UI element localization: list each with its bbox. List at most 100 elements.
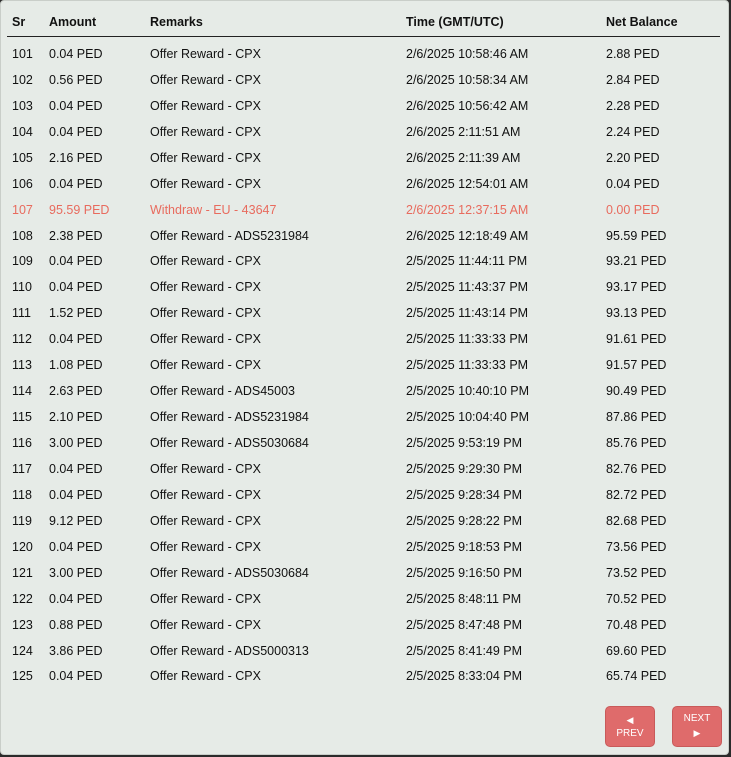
cell-time: 2/6/2025 10:58:46 AM [406,46,529,61]
transactions-table: Sr Amount Remarks Time (GMT/UTC) Net Bal… [7,7,720,689]
cell-sr: 121 [12,565,33,580]
cell-remarks: Offer Reward - CPX [150,124,261,139]
cell-sr: 120 [12,539,33,554]
left-triangle-icon: ◀ [626,715,634,725]
cell-amount: 9.12 PED [49,513,103,528]
cell-remarks: Offer Reward - CPX [150,176,261,191]
cell-sr: 124 [12,643,33,658]
cell-sr: 125 [12,669,33,684]
table-row: 115 2.10 PED Offer Reward - ADS5231984 2/5/… [7,404,720,430]
cell-time: 2/5/2025 8:47:48 PM [406,617,523,632]
cell-balance: 90.49 PED [606,384,667,399]
cell-amount: 0.04 PED [49,669,103,684]
cell-balance: 82.76 PED [606,461,667,476]
table-row: 117 0.04 PED Offer Reward - CPX 2/5/2025 9:… [7,456,720,482]
prev-button[interactable]: ◀ PREV [605,706,655,747]
table-body: 101 0.04 PED Offer Reward - CPX 2/6/2025 10… [7,37,720,690]
cell-amount: 0.04 PED [49,280,103,295]
cell-time: 2/5/2025 8:33:04 PM [406,669,523,684]
cell-time: 2/6/2025 12:37:15 AM [406,202,529,217]
cell-remarks: Offer Reward - CPX [150,280,261,295]
cell-time: 2/5/2025 9:53:19 PM [406,436,523,451]
cell-balance: 87.86 PED [606,410,667,425]
cell-amount: 2.10 PED [49,410,103,425]
cell-remarks: Offer Reward - ADS5000313 [150,643,309,658]
right-triangle-icon: ▶ [693,728,701,738]
table-row: 125 0.04 PED Offer Reward - CPX 2/5/2025 8:… [7,664,720,690]
cell-time: 2/6/2025 10:56:42 AM [406,98,529,113]
cell-remarks: Offer Reward - CPX [150,591,261,606]
cell-sr: 104 [12,124,33,139]
next-label: NEXT [683,713,711,724]
cell-balance: 93.17 PED [606,280,667,295]
cell-balance: 93.21 PED [606,254,667,269]
column-header-sr: Sr [7,7,44,37]
cell-time: 2/5/2025 11:43:14 PM [406,306,529,321]
cell-balance: 0.04 PED [606,176,660,191]
cell-remarks: Offer Reward - CPX [150,487,261,502]
cell-sr: 108 [12,228,33,243]
cell-balance: 73.56 PED [606,539,667,554]
cell-time: 2/5/2025 11:33:33 PM [406,332,529,347]
cell-time: 2/6/2025 12:18:49 AM [406,228,529,243]
column-header-remarks: Remarks [145,7,401,37]
column-header-net-balance: Net Balance [601,7,720,37]
cell-balance: 91.61 PED [606,332,667,347]
table-row: 106 0.04 PED Offer Reward - CPX 2/6/2025 12… [7,171,720,197]
cell-remarks: Offer Reward - CPX [150,72,261,87]
cell-amount: 0.04 PED [49,461,103,476]
cell-sr: 122 [12,591,33,606]
cell-time: 2/5/2025 11:44:11 PM [406,254,528,269]
cell-sr: 123 [12,617,33,632]
cell-balance: 2.28 PED [606,98,660,113]
table-row: 111 1.52 PED Offer Reward - CPX 2/5/2025 11… [7,300,720,326]
cell-remarks: Offer Reward - CPX [150,358,261,373]
cell-sr: 107 [12,202,33,217]
table-row: 102 0.56 PED Offer Reward - CPX 2/6/2025 10… [7,67,720,93]
cell-balance: 82.72 PED [606,487,667,502]
cell-amount: 1.52 PED [49,306,103,321]
cell-remarks: Offer Reward - CPX [150,617,261,632]
table-row: 112 0.04 PED Offer Reward - CPX 2/5/2025 11… [7,326,720,352]
table-row: 101 0.04 PED Offer Reward - CPX 2/6/2025 10… [7,37,720,67]
cell-sr: 101 [12,46,33,61]
cell-time: 2/5/2025 8:48:11 PM [406,591,522,606]
table-row: 119 9.12 PED Offer Reward - CPX 2/5/2025 9:… [7,508,720,534]
table-row: 110 0.04 PED Offer Reward - CPX 2/5/2025 11… [7,274,720,300]
cell-amount: 0.04 PED [49,176,103,191]
cell-remarks: Offer Reward - CPX [150,669,261,684]
cell-amount: 2.38 PED [49,228,103,243]
cell-balance: 91.57 PED [606,358,667,373]
cell-amount: 3.00 PED [49,436,103,451]
cell-time: 2/6/2025 12:54:01 AM [406,176,529,191]
table-row: 120 0.04 PED Offer Reward - CPX 2/5/2025 9:… [7,534,720,560]
cell-sr: 116 [12,436,32,451]
cell-balance: 85.76 PED [606,436,667,451]
cell-time: 2/5/2025 9:29:30 PM [406,461,523,476]
cell-sr: 113 [12,358,32,373]
cell-time: 2/5/2025 11:33:33 PM [406,358,529,373]
cell-remarks: Offer Reward - CPX [150,46,261,61]
cell-amount: 0.56 PED [49,72,103,87]
cell-remarks: Offer Reward - CPX [150,98,261,113]
table-row: 108 2.38 PED Offer Reward - ADS5231984 2/6/… [7,223,720,249]
cell-balance: 70.48 PED [606,617,667,632]
table-row: 104 0.04 PED Offer Reward - CPX 2/6/2025 2:… [7,119,720,145]
cell-amount: 0.04 PED [49,591,103,606]
cell-amount: 0.04 PED [49,332,103,347]
cell-balance: 2.24 PED [606,124,660,139]
cell-balance: 70.52 PED [606,591,667,606]
cell-time: 2/5/2025 11:43:37 PM [406,280,529,295]
next-button[interactable]: NEXT ▶ [672,706,722,747]
cell-amount: 2.63 PED [49,384,103,399]
cell-time: 2/6/2025 10:58:34 AM [406,72,529,87]
cell-balance: 2.84 PED [606,72,660,87]
prev-label: PREV [616,728,644,739]
table-row: 124 3.86 PED Offer Reward - ADS5000313 2/5/… [7,638,720,664]
cell-amount: 0.04 PED [49,254,103,269]
cell-remarks: Offer Reward - CPX [150,461,261,476]
cell-balance: 73.52 PED [606,565,667,580]
cell-balance: 95.59 PED [606,228,667,243]
cell-sr: 110 [12,280,32,295]
table-row: 118 0.04 PED Offer Reward - CPX 2/5/2025 9:… [7,482,720,508]
